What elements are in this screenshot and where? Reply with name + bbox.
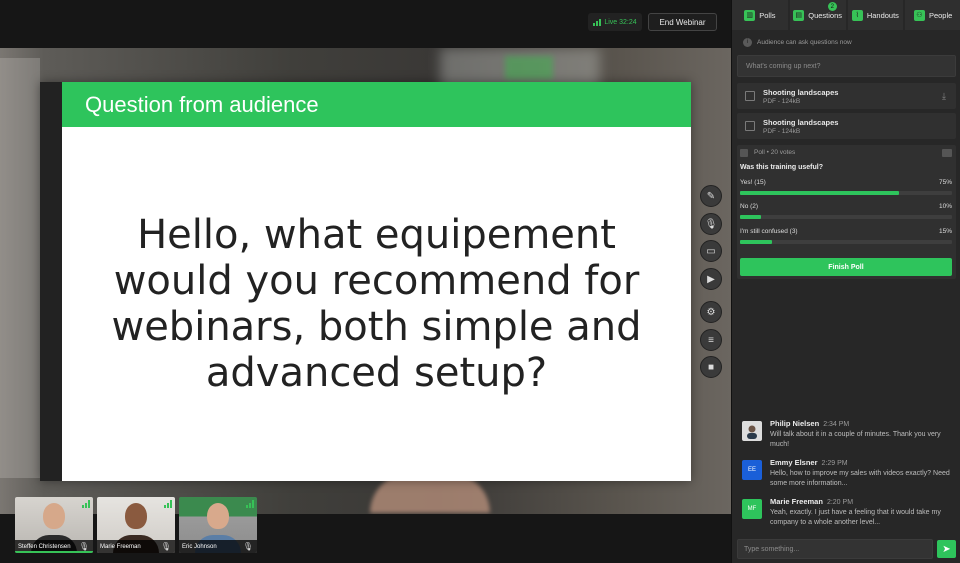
avatar: MF (742, 499, 762, 519)
chat-time: 2:20 PM (826, 499, 854, 506)
participant-name: Steffen Christensen (18, 543, 71, 550)
handout-meta: PDF - 124kB (763, 98, 801, 105)
mixer-icon[interactable]: ≡ (700, 329, 722, 351)
participant-name: Eric Johnson (182, 543, 217, 550)
chat-text: Yeah, exactly. I just have a feeling tha… (770, 509, 941, 526)
top-bar: Live 32:24 End Webinar (0, 0, 731, 48)
play-icon[interactable]: ▶ (700, 268, 722, 290)
handout-item[interactable]: Shooting landscapes PDF - 124kB ⤓ (737, 83, 956, 109)
tab-label: Handouts (866, 10, 899, 20)
send-icon[interactable]: ➤ (937, 540, 956, 558)
document-icon (745, 91, 755, 101)
sidebar: ▥ Polls ▤ Questions 2 ⌇ Handouts ⚇ Peopl… (731, 0, 960, 563)
poll-option-percent: 75% (938, 179, 952, 186)
poll-option-label: Yes! (15) (740, 179, 766, 186)
tab-label: Polls (759, 10, 776, 20)
poll-option-percent: 15% (938, 228, 952, 235)
chat-time: 2:29 PM (821, 460, 848, 467)
poll-option-percent: 10% (938, 203, 952, 210)
question-input[interactable]: What's coming up next? (737, 55, 956, 77)
poll-card: Poll • 20 votes Was this training useful… (737, 145, 956, 279)
download-icon[interactable]: ⤓ (942, 91, 946, 102)
participant-tile[interactable]: Marie Freeman 🎙 (97, 497, 175, 553)
tab-label: People (928, 10, 953, 20)
poll-icon (740, 149, 748, 157)
screen-share-icon[interactable]: ▭ (700, 240, 722, 262)
participant-name: Marie Freeman (100, 543, 141, 550)
sidebar-tabs: ▥ Polls ▤ Questions 2 ⌇ Handouts ⚇ Peopl… (732, 0, 960, 30)
finish-poll-button[interactable]: Finish Poll (740, 258, 952, 276)
tab-label: Questions (808, 10, 843, 20)
presentation-slide: Question from audience Hello, what equip… (40, 82, 691, 481)
microphone-icon: 🎙 (160, 542, 171, 551)
chat-text: Will talk about it in a couple of minute… (770, 431, 941, 448)
chat-author: Emmy Elsner (770, 458, 818, 467)
slide-title: Question from audience (62, 82, 691, 127)
poll-option-label: I'm still confused (3) (740, 228, 798, 235)
slide-question-text: Hello, what equipement would you recomme… (111, 212, 642, 396)
camera-settings-icon[interactable]: ⚙ (700, 301, 722, 323)
paperclip-icon: ⌇ (851, 9, 863, 21)
speaking-indicator (15, 551, 93, 553)
end-webinar-button[interactable]: End Webinar (648, 13, 717, 31)
handout-item[interactable]: Shooting landscapes PDF - 124kB (737, 113, 956, 139)
notice-text: Audience can ask questions now (757, 38, 852, 46)
poll-option-bar (740, 240, 772, 244)
chat-input[interactable]: Type something... (737, 539, 933, 559)
info-icon: i (743, 37, 752, 47)
share-screen-icon[interactable] (942, 149, 952, 157)
participant-strip: Steffen Christensen 🎙 Marie Freeman 🎙 Er… (0, 497, 731, 563)
handout-name: Shooting landscapes (763, 118, 839, 127)
tab-handouts[interactable]: ⌇ Handouts (847, 0, 904, 30)
live-indicator: Live 32:24 (588, 13, 642, 31)
handout-meta: PDF - 124kB (763, 128, 801, 135)
participant-tile[interactable]: Steffen Christensen 🎙 (15, 497, 93, 553)
microphone-icon: 🎙 (78, 542, 89, 551)
poll-option-bar (740, 215, 762, 219)
chat-author: Marie Freeman (770, 497, 823, 506)
microphone-icon: 🎙 (242, 542, 253, 551)
document-icon (745, 121, 755, 131)
signal-icon (593, 18, 602, 26)
chat-text: Hello, how to improve my sales with vide… (770, 470, 950, 487)
live-timer: Live 32:24 (604, 18, 637, 26)
video-camera-icon[interactable]: ■ (700, 356, 722, 378)
microphone-icon[interactable]: 🎙 (700, 213, 722, 235)
avatar: EE (742, 460, 762, 480)
participant-tile[interactable]: Eric Johnson 🎙 (179, 497, 257, 553)
chat-author: Philip Nielsen (770, 419, 820, 428)
tab-questions[interactable]: ▤ Questions 2 (789, 0, 846, 30)
poll-header: Poll • 20 votes (754, 149, 796, 156)
chat-bubble-icon: ▤ (793, 9, 805, 21)
poll-option-label: No (2) (740, 203, 759, 210)
questions-count-badge: 2 (827, 2, 837, 11)
tab-people[interactable]: ⚇ People (905, 0, 960, 30)
people-icon: ⚇ (913, 9, 925, 21)
main-stage: Live 32:24 End Webinar Question from aud… (0, 0, 731, 563)
questions-notice: i Audience can ask questions now (737, 34, 956, 50)
chat-time: 2:34 PM (823, 421, 850, 428)
handout-name: Shooting landscapes (763, 88, 839, 97)
pencil-icon[interactable]: ✎ (700, 185, 722, 207)
chart-icon: ▥ (744, 9, 756, 21)
poll-option-bar (740, 191, 899, 195)
poll-question: Was this training useful? (740, 164, 823, 171)
tab-polls[interactable]: ▥ Polls (732, 0, 788, 30)
avatar (742, 421, 762, 441)
